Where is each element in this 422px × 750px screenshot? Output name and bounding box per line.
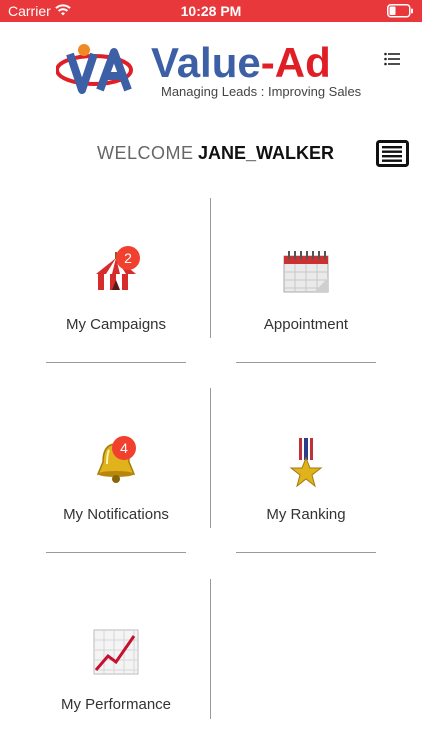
brand-name-right: Ad <box>274 39 331 86</box>
grid-divider-vertical <box>210 388 211 528</box>
user-name: JANE_WALKER <box>198 143 335 163</box>
tile-label: My Campaigns <box>65 316 167 333</box>
tile-my-campaigns[interactable]: 2 My Campaigns <box>36 238 196 368</box>
brand-name-left: Value <box>151 39 261 86</box>
header: Value-Ad Managing Leads : Improving Sale… <box>0 22 422 122</box>
campaigns-count-badge: 2 <box>116 246 140 270</box>
welcome-label: WELCOME <box>97 143 194 163</box>
status-bar: Carrier 10:28 PM <box>0 0 422 22</box>
tile-label: My Performance <box>60 696 172 713</box>
welcome-row: WELCOME JANE_WALKER <box>0 140 422 170</box>
calendar-icon <box>282 248 330 296</box>
chart-increasing-icon <box>92 628 140 676</box>
tile-label: Appointment <box>263 316 349 333</box>
tile-my-notifications[interactable]: 4 My Notifications <box>36 428 196 558</box>
notifications-count-badge: 4 <box>112 436 136 460</box>
grid-divider-vertical <box>210 579 211 719</box>
brand-name-dash: - <box>260 39 275 86</box>
newspaper-icon[interactable] <box>376 140 410 168</box>
tile-my-ranking[interactable]: My Ranking <box>226 428 386 558</box>
tile-appointment[interactable]: Appointment <box>226 238 386 368</box>
tile-my-performance[interactable]: My Performance <box>36 618 196 748</box>
battery-icon <box>387 4 414 18</box>
grid-divider-vertical <box>210 198 211 338</box>
medal-icon <box>282 438 330 488</box>
brand-logo: Value-Ad Managing Leads : Improving Sale… <box>56 40 366 106</box>
status-time: 10:28 PM <box>180 3 242 19</box>
tile-label: My Ranking <box>266 506 346 523</box>
brand-tagline: Managing Leads : Improving Sales <box>161 84 362 99</box>
tile-label: My Notifications <box>63 506 169 523</box>
logo-mark <box>56 44 133 94</box>
brand-name: Value-Ad <box>151 40 331 86</box>
list-icon[interactable] <box>384 52 400 66</box>
